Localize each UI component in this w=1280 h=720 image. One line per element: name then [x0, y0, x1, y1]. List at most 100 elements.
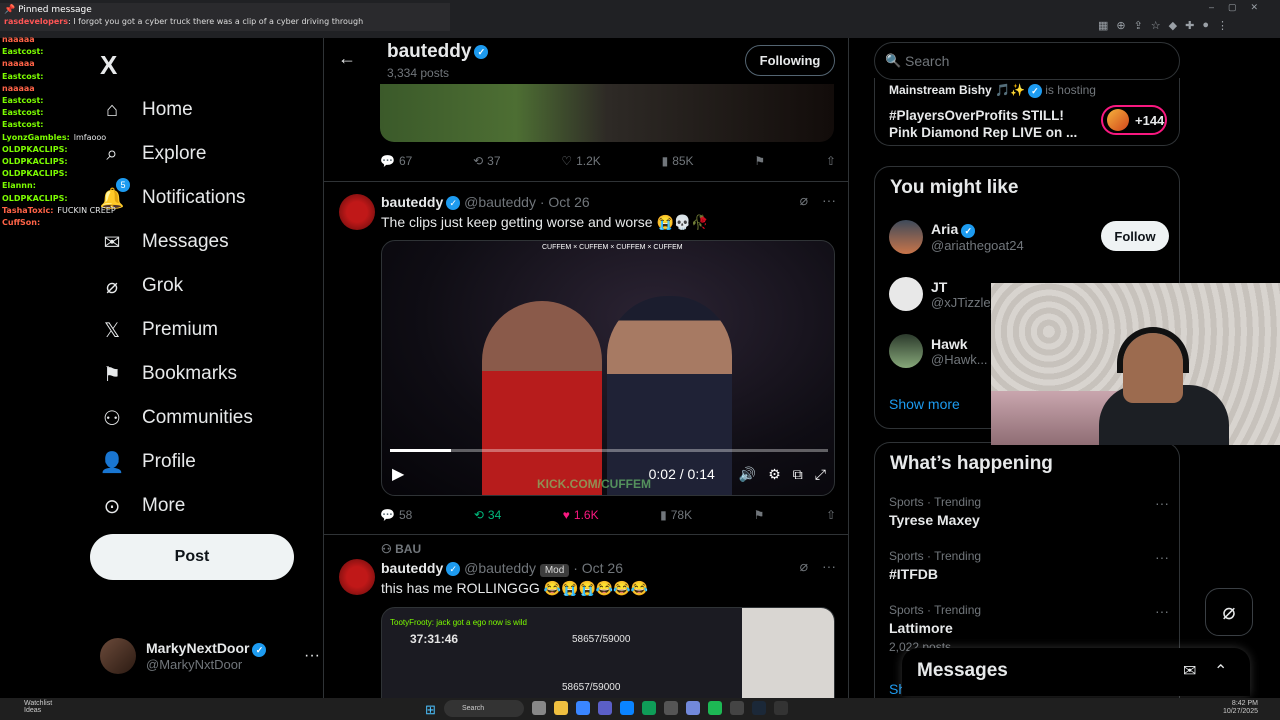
listener-count[interactable]: +144	[1101, 105, 1167, 135]
app-icon[interactable]	[664, 701, 678, 715]
steam-icon[interactable]	[752, 701, 766, 715]
bookmark-icon[interactable]: ⚑	[754, 508, 765, 522]
reply-button[interactable]: 💬 58	[380, 508, 412, 522]
repost-button[interactable]: ⟲ 34	[474, 508, 501, 522]
obs-icon[interactable]	[774, 701, 788, 715]
views-button[interactable]: ▮ 78K	[660, 508, 692, 522]
grok-icon[interactable]: ⌀	[800, 192, 808, 209]
bookmark-icon[interactable]: ⚑	[754, 154, 765, 168]
share-icon[interactable]: ⇪	[1134, 19, 1143, 32]
tweet[interactable]: ⚇ BAU bauteddy ✓ @bauteddy Mod · Oct 26 ⌀…	[324, 535, 848, 720]
nav-item-bookmarks[interactable]: ⚑ Bookmarks	[100, 354, 237, 394]
chat-username[interactable]: Eastcost:	[2, 47, 43, 56]
community-name[interactable]: BAU	[395, 542, 421, 556]
tweet[interactable]: bauteddy ✓ @bauteddy · Oct 26 ⌀ ··· The cl…	[324, 182, 848, 534]
post-button[interactable]: Post	[90, 534, 294, 580]
chat-username[interactable]: naaaaa	[2, 84, 35, 93]
system-clock[interactable]: 8:42 PM 10/27/2025	[1223, 700, 1258, 716]
chat-username[interactable]: naaaaa	[2, 35, 35, 44]
settings-gear-icon[interactable]: ⚙	[768, 466, 781, 483]
messages-drawer[interactable]: Messages ✉ ⌃	[902, 648, 1250, 696]
profile-icon[interactable]: ●	[1202, 19, 1209, 32]
trend-item[interactable]: Sports · Trending #ITFDB ···	[889, 549, 1169, 582]
taskbar-search[interactable]: Search	[444, 700, 524, 717]
chat-username[interactable]: naaaaa	[2, 59, 35, 68]
chat-username[interactable]: OLDPKACLIPS:	[2, 169, 68, 178]
teams-icon[interactable]	[598, 701, 612, 715]
more-icon[interactable]: ···	[1155, 603, 1169, 619]
share-icon[interactable]: ⇧	[826, 154, 836, 168]
chat-username[interactable]: Eastcost:	[2, 120, 43, 129]
grok-button[interactable]: ⌀	[1205, 588, 1253, 636]
trend-item[interactable]: Sports · Trending Tyrese Maxey ···	[889, 495, 1169, 528]
nav-item-communities[interactable]: ⚇ Communities	[100, 398, 253, 438]
views-button[interactable]: ▮ 85K	[662, 154, 694, 168]
nav-item-grok[interactable]: ⌀ Grok	[100, 266, 183, 306]
author-name[interactable]: bauteddy	[381, 560, 443, 576]
share-icon[interactable]: ⇧	[826, 508, 836, 522]
app-icon[interactable]	[576, 701, 590, 715]
more-icon[interactable]: ···	[822, 192, 836, 209]
more-icon[interactable]: ···	[822, 558, 836, 575]
chrome-icon[interactable]	[642, 701, 656, 715]
show-more-link[interactable]: Show more	[889, 396, 960, 412]
menu-icon[interactable]: ⋮	[1217, 19, 1228, 32]
chat-username[interactable]: OLDPKACLIPS:	[2, 194, 68, 203]
star-icon[interactable]: ☆	[1151, 19, 1161, 32]
like-button[interactable]: ♥ 1.6K	[563, 508, 599, 522]
account-switcher[interactable]: MarkyNextDoor ✓ @MarkyNxtDoor ···	[100, 634, 320, 678]
chat-username[interactable]: OLDPKACLIPS:	[2, 145, 68, 154]
extension-icon[interactable]: ◆	[1169, 19, 1177, 32]
more-dots-icon[interactable]: ···	[304, 647, 320, 665]
fullscreen-icon[interactable]: ⤢	[815, 466, 826, 483]
browser-extension-icons: ▦ ⊕ ⇪ ☆ ◆ ✚ ● ⋮	[1098, 19, 1228, 32]
windows-start-icon[interactable]: ⊞	[425, 702, 436, 718]
chat-username[interactable]: Elannn:	[2, 181, 36, 190]
grid-icon[interactable]: ▦	[1098, 19, 1108, 32]
more-icon[interactable]: ···	[1155, 495, 1169, 511]
watchlist-widget[interactable]: Watchlist Ideas	[24, 700, 52, 714]
author-handle[interactable]: @bauteddy	[464, 194, 536, 210]
follow-button[interactable]: Follow	[1101, 221, 1169, 251]
tweet-image[interactable]: TootyFrooty: jack got a ego now is wild …	[381, 607, 835, 707]
tweet-date[interactable]: · Oct 26	[540, 194, 590, 210]
tweet-header: bauteddy ✓ @bauteddy Mod · Oct 26	[381, 560, 623, 577]
tweet-date[interactable]: · Oct 26	[573, 560, 623, 576]
more-icon[interactable]: ···	[1155, 549, 1169, 565]
nav-item-premium[interactable]: 𝕏 Premium	[100, 310, 218, 350]
live-space-card[interactable]: Mainstream Bishy 🎵✨ ✓ is hosting #Players…	[874, 78, 1180, 146]
chat-username[interactable]: Eastcost:	[2, 108, 43, 117]
nav-item-profile[interactable]: 👤 Profile	[100, 442, 196, 482]
volume-icon[interactable]: 🔊	[739, 466, 756, 483]
app-icon[interactable]	[532, 701, 546, 715]
repost-button[interactable]: ⟲ 37	[473, 154, 500, 168]
play-icon[interactable]: ▶	[392, 464, 404, 484]
search-input[interactable]: 🔍 Search	[874, 42, 1180, 80]
suggested-user[interactable]: Aria ✓ @ariathegoat24 Follow	[889, 215, 1169, 259]
video-player[interactable]: CUFFEM × CUFFEM × CUFFEM × CUFFEM KICK.C…	[381, 240, 835, 496]
zoom-icon[interactable]: ⊕	[1116, 19, 1125, 32]
new-message-icon[interactable]: ✉	[1183, 661, 1196, 681]
window-controls[interactable]: –▢✕	[1209, 2, 1272, 13]
folder-icon[interactable]	[554, 701, 568, 715]
following-button[interactable]: Following	[745, 45, 835, 76]
grok-icon[interactable]: ⌀	[800, 558, 808, 575]
like-button[interactable]: ♡ 1.2K	[561, 154, 600, 168]
author-handle[interactable]: @bauteddy	[464, 560, 536, 576]
puzzle-icon[interactable]: ✚	[1185, 19, 1194, 32]
chat-username[interactable]: OLDPKACLIPS:	[2, 157, 68, 166]
trend-item[interactable]: Sports · Trending Lattimore 2,022 posts …	[889, 603, 1169, 654]
chat-username[interactable]: CuffSon:	[2, 218, 40, 227]
pip-icon[interactable]: ⧉	[793, 466, 803, 483]
edge-icon[interactable]	[620, 701, 634, 715]
spotify-icon[interactable]	[708, 701, 722, 715]
chat-username[interactable]: LyonzGambles:	[2, 133, 70, 142]
app-icon[interactable]	[730, 701, 744, 715]
chat-username[interactable]: TashaToxic:	[2, 206, 53, 215]
discord-icon[interactable]	[686, 701, 700, 715]
expand-chevron-icon[interactable]: ⌃	[1214, 661, 1227, 681]
chat-username[interactable]: Eastcost:	[2, 96, 43, 105]
chat-username[interactable]: Eastcost:	[2, 72, 43, 81]
nav-item-more[interactable]: ⊙ More	[100, 486, 186, 526]
video-progress-bar[interactable]	[390, 449, 828, 452]
